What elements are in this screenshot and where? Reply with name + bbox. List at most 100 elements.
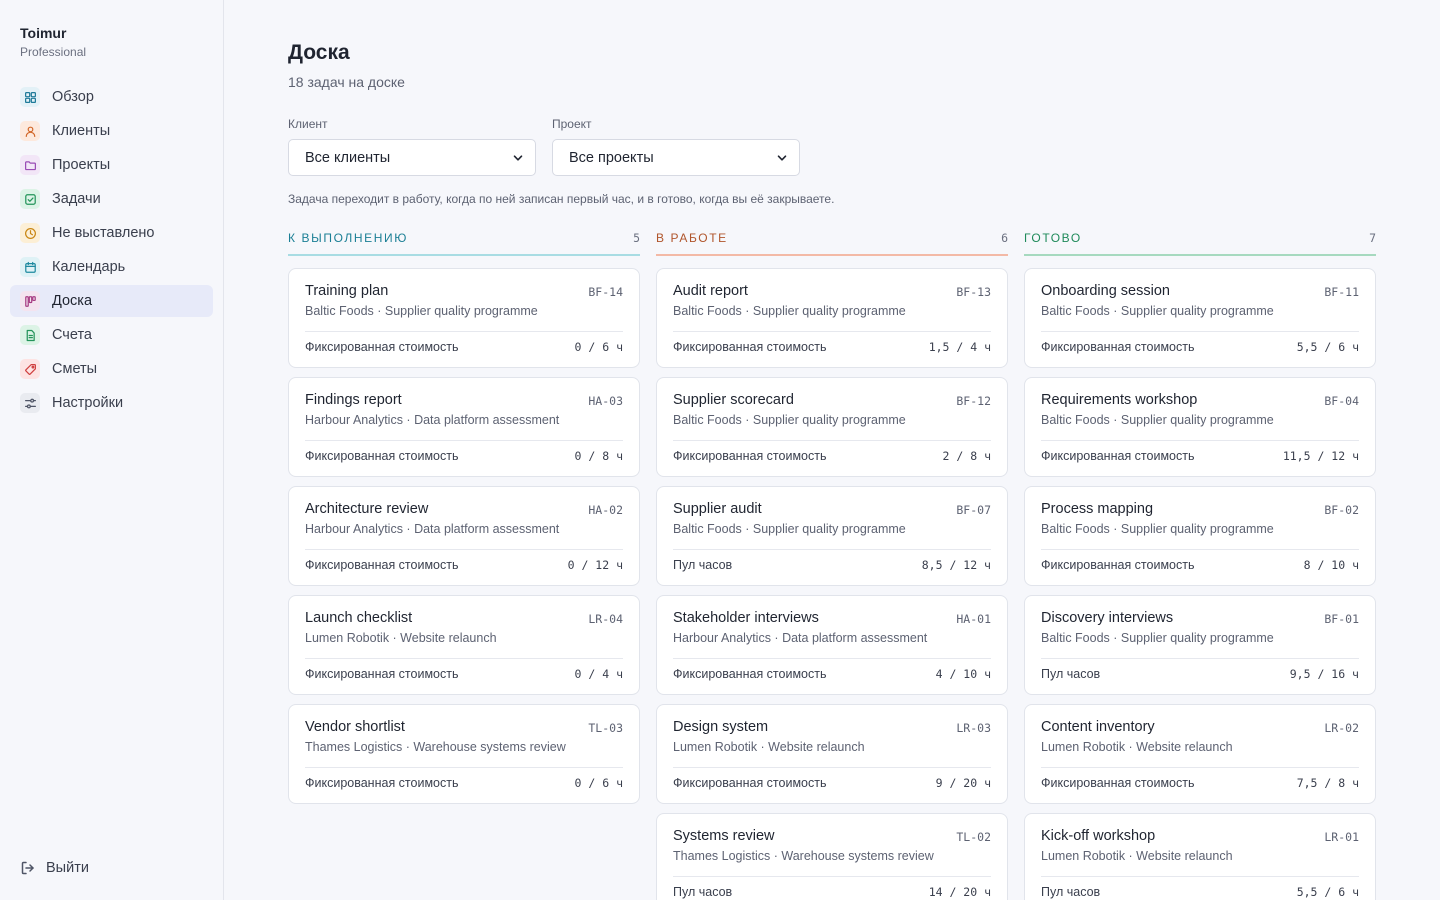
task-client-project: Baltic Foods · Supplier quality programm… — [1041, 304, 1274, 318]
card-divider — [673, 876, 991, 877]
brand-name: Toimur — [20, 25, 67, 41]
project-select[interactable]: Все проекты — [552, 139, 800, 176]
logout-button[interactable]: Выйти — [20, 860, 89, 876]
task-billing-type: Фиксированная стоимость — [305, 340, 459, 354]
task-title: Launch checklist — [305, 610, 413, 626]
task-card[interactable]: Discovery interviews BF-01 Baltic Foods · … — [1024, 595, 1376, 695]
task-card[interactable]: Design system LR-03 Lumen Robotik · Websit… — [656, 704, 1008, 804]
card-divider — [673, 767, 991, 768]
page-title: Доска — [288, 41, 350, 64]
task-hours: 0 / 8 ч — [574, 449, 623, 463]
task-hours: 0 / 4 ч — [574, 667, 623, 681]
card-divider — [305, 331, 623, 332]
column-divider — [1024, 254, 1376, 256]
chevron-down-icon — [513, 154, 523, 161]
task-title: Kick-off workshop — [1041, 828, 1156, 844]
task-card[interactable]: Onboarding session BF-11 Baltic Foods · Su… — [1024, 268, 1376, 368]
task-title: Requirements workshop — [1041, 392, 1198, 408]
task-client-project: Lumen Robotik · Website relaunch — [1041, 740, 1233, 754]
sliders-icon — [20, 393, 40, 413]
task-card[interactable]: Launch checklist LR-04 Lumen Robotik · Web… — [288, 595, 640, 695]
task-card[interactable]: Supplier audit BF-07 Baltic Foods · Suppli… — [656, 486, 1008, 586]
column-header: В РАБОТЕ 6 — [656, 231, 1008, 254]
card-divider — [305, 549, 623, 550]
task-card[interactable]: Training plan BF-14 Baltic Foods · Supplie… — [288, 268, 640, 368]
sidebar-item-label: Обзор — [52, 89, 94, 105]
column-header: К ВЫПОЛНЕНИЮ 5 — [288, 231, 640, 254]
column-divider — [656, 254, 1008, 256]
card-divider — [305, 658, 623, 659]
brand-plan: Professional — [20, 45, 87, 59]
task-title: Systems review — [673, 828, 775, 844]
column-count: 5 — [633, 231, 640, 245]
task-billing-type: Фиксированная стоимость — [673, 776, 827, 790]
task-billing-type: Фиксированная стоимость — [673, 340, 827, 354]
card-divider — [305, 440, 623, 441]
task-hours: 9 / 20 ч — [935, 776, 991, 790]
column-title: В РАБОТЕ — [656, 231, 728, 245]
task-code: LR-01 — [1324, 830, 1359, 844]
task-billing-type: Пул часов — [1041, 885, 1101, 899]
column-title: ГОТОВО — [1024, 231, 1082, 245]
task-title: Process mapping — [1041, 501, 1154, 517]
task-card[interactable]: Requirements workshop BF-04 Baltic Foods ·… — [1024, 377, 1376, 477]
task-card[interactable]: Audit report BF-13 Baltic Foods · Supplier… — [656, 268, 1008, 368]
task-card[interactable]: Process mapping BF-02 Baltic Foods · Suppl… — [1024, 486, 1376, 586]
sidebar-nav: Обзор Клиенты Проекты Задачи Не выставлено Ка… — [10, 81, 213, 421]
sidebar-item-invoice[interactable]: Счета — [10, 319, 213, 351]
sidebar-item-label: Доска — [52, 293, 93, 309]
task-code: HA-02 — [588, 503, 623, 517]
sidebar-item-check-square[interactable]: Задачи — [10, 183, 213, 215]
card-divider — [305, 767, 623, 768]
task-title: Content inventory — [1041, 719, 1155, 735]
task-code: HA-01 — [956, 612, 991, 626]
task-title: Onboarding session — [1041, 283, 1170, 299]
sidebar-item-calendar[interactable]: Календарь — [10, 251, 213, 283]
card-divider — [673, 658, 991, 659]
sidebar-item-label: Сметы — [52, 361, 98, 377]
sidebar-item-sliders[interactable]: Настройки — [10, 387, 213, 419]
sidebar-item-label: Клиенты — [52, 123, 111, 139]
task-card[interactable]: Supplier scorecard BF-12 Baltic Foods · Su… — [656, 377, 1008, 477]
task-card[interactable]: Vendor shortlist TL-03 Thames Logistics · … — [288, 704, 640, 804]
sidebar-item-label: Календарь — [52, 259, 126, 275]
task-hours: 8,5 / 12 ч — [921, 558, 991, 572]
kanban-icon — [20, 291, 40, 311]
task-client-project: Lumen Robotik · Website relaunch — [305, 631, 497, 645]
sidebar-item-kanban[interactable]: Доска — [10, 285, 213, 317]
sidebar-item-tag[interactable]: Сметы — [10, 353, 213, 385]
task-hours: 2 / 8 ч — [942, 449, 991, 463]
card-divider — [1041, 876, 1359, 877]
sidebar-item-grid[interactable]: Обзор — [10, 81, 213, 113]
sidebar: Toimur Professional Обзор Клиенты Проекты З… — [0, 0, 224, 900]
task-hours: 11,5 / 12 ч — [1282, 449, 1359, 463]
sidebar-item-label: Не выставлено — [52, 225, 155, 241]
task-card[interactable]: Architecture review HA-02 Harbour Analytic… — [288, 486, 640, 586]
task-billing-type: Фиксированная стоимость — [1041, 558, 1195, 572]
task-card[interactable]: Systems review TL-02 Thames Logistics · Wa… — [656, 813, 1008, 900]
task-billing-type: Фиксированная стоимость — [1041, 776, 1195, 790]
client-filter-label: Клиент — [288, 117, 328, 131]
task-card[interactable]: Kick-off workshop LR-01 Lumen Robotik · We… — [1024, 813, 1376, 900]
task-title: Supplier audit — [673, 501, 762, 517]
task-hours: 9,5 / 16 ч — [1289, 667, 1359, 681]
folder-icon — [20, 155, 40, 175]
task-card[interactable]: Content inventory LR-02 Lumen Robotik · We… — [1024, 704, 1376, 804]
task-billing-type: Пул часов — [673, 885, 733, 899]
grid-icon — [20, 87, 40, 107]
task-client-project: Baltic Foods · Supplier quality programm… — [673, 522, 906, 536]
card-divider — [1041, 658, 1359, 659]
sidebar-item-user[interactable]: Клиенты — [10, 115, 213, 147]
task-client-project: Harbour Analytics · Data platform assess… — [305, 522, 560, 536]
task-hours: 1,5 / 4 ч — [928, 340, 991, 354]
board-column: ГОТОВО 7 Onboarding session BF-11 Baltic Foo… — [1024, 231, 1376, 900]
sidebar-item-clock[interactable]: Не выставлено — [10, 217, 213, 249]
task-card[interactable]: Stakeholder interviews HA-01 Harbour Analy… — [656, 595, 1008, 695]
card-divider — [1041, 331, 1359, 332]
client-select[interactable]: Все клиенты — [288, 139, 536, 176]
task-hours: 8 / 10 ч — [1303, 558, 1359, 572]
card-divider — [1041, 767, 1359, 768]
task-card[interactable]: Findings report HA-03 Harbour Analytics · … — [288, 377, 640, 477]
sidebar-item-folder[interactable]: Проекты — [10, 149, 213, 181]
task-code: BF-02 — [1324, 503, 1359, 517]
